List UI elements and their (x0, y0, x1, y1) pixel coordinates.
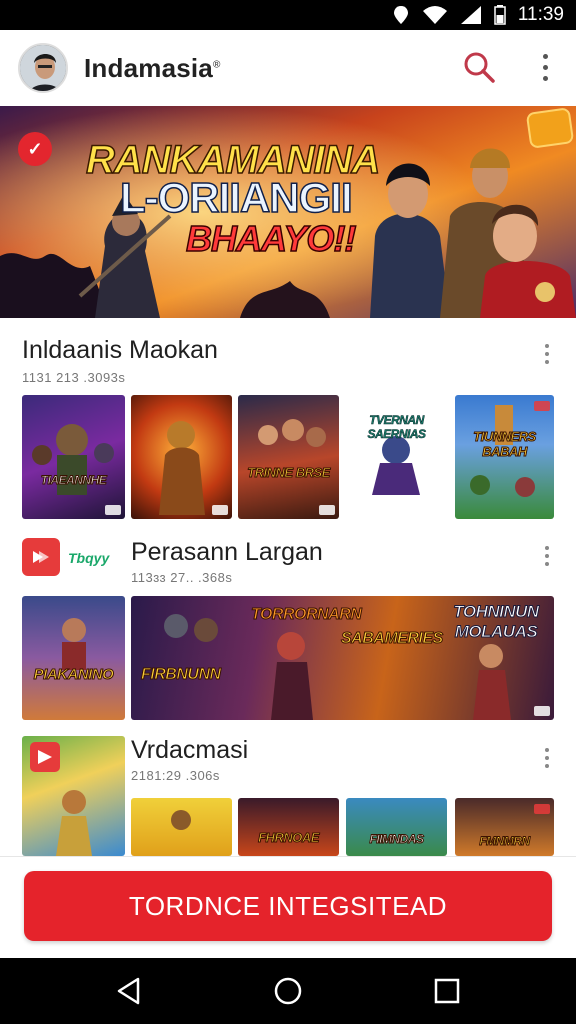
app-root: 11:39 Indamasia® ✓ RANKAMANINA L-ORIIANG… (0, 0, 576, 1024)
tile-badge (534, 804, 550, 814)
dot-icon (545, 352, 549, 356)
section-3: Vrdacmasi 2181:29 .306s FHRNOAE FIIMNDAS… (0, 734, 576, 856)
back-icon (117, 977, 140, 1005)
game-tile-title: FMNMRN (479, 834, 531, 849)
game-tile-art (171, 810, 191, 830)
dot-icon (542, 64, 548, 70)
game-tile[interactable]: PIAKANINO (22, 596, 125, 720)
section-title[interactable]: Vrdacmasi (131, 736, 248, 765)
game-tile-art (258, 419, 326, 447)
section-1: Inldaanis Maokan 1131 213 .3093s TIAEANN… (0, 318, 576, 534)
section-title[interactable]: Perasann Largan (131, 538, 323, 567)
app-title: Indamasia® (84, 53, 221, 84)
game-tile-title: TORRORNARN (250, 606, 362, 624)
section-more-button[interactable] (540, 542, 554, 570)
dot-icon (545, 764, 549, 768)
game-tile-title: FIIMNDAS (369, 832, 425, 847)
banner-headline-2: L-ORIIANGII (119, 173, 353, 222)
battery-icon (494, 5, 506, 25)
game-tile[interactable]: TVERNAN SAERNIAS (346, 395, 447, 519)
clock: 11:39 (517, 4, 564, 25)
app-title-text: Indamasia (84, 52, 213, 83)
dot-icon (545, 562, 549, 566)
overflow-menu-button[interactable] (530, 48, 560, 86)
app-icon-label: Tbqyy (68, 550, 110, 566)
dot-icon (545, 554, 549, 558)
play-icon (33, 551, 49, 563)
game-tile-title: FIRBNUNN (141, 666, 222, 684)
back-button[interactable] (114, 976, 144, 1006)
tile-badge (212, 505, 228, 515)
game-tile[interactable]: TRINNE BRSE (238, 395, 339, 519)
section-2: Tbqyy Perasann Largan 113ɜɜ 27.. .368s P… (0, 534, 576, 734)
dot-icon (542, 75, 548, 81)
tile-badge (534, 401, 550, 411)
game-tile-title: PIAKANINO (33, 666, 114, 684)
dot-icon (545, 756, 549, 760)
dot-icon (545, 344, 549, 348)
game-tile-title: FHRNOAE (258, 830, 320, 846)
section-subtitle: 2181:29 .306s (131, 768, 220, 783)
game-tile-title: TRINNE BRSE (247, 465, 331, 481)
game-tile-art (159, 421, 205, 515)
game-banner-tile[interactable]: FIRBNUNN TORRORNARN SABAMERIES TOHNINUN … (131, 596, 554, 720)
game-tile[interactable]: TIAEANNHE (22, 395, 125, 519)
search-button[interactable] (460, 48, 498, 86)
status-bar: 11:39 (0, 0, 576, 30)
game-tile-title: TIUNNERS BABAH (473, 429, 537, 460)
tile-badge (105, 505, 121, 515)
dot-icon (545, 748, 549, 752)
section-subtitle: 113ɜɜ 27.. .368s (131, 570, 233, 585)
location-icon (393, 6, 408, 24)
game-tile-title: TVERNAN SAERNIAS (367, 413, 426, 442)
recents-button[interactable] (432, 976, 462, 1006)
game-tile[interactable]: FIIMNDAS (346, 798, 447, 856)
game-tile-title: TIAEANNHE (40, 473, 107, 488)
dot-icon (542, 53, 548, 59)
game-tile-art (62, 618, 86, 670)
tile-badge (319, 505, 335, 515)
home-icon (274, 977, 302, 1005)
app-icon[interactable] (22, 538, 60, 576)
hero-banner[interactable]: ✓ RANKAMANINA L-ORIIANGII BHAAYO!! (0, 106, 576, 318)
section-subtitle: 1131 213 .3093s (22, 370, 126, 385)
search-icon (464, 52, 495, 83)
game-tile-art (30, 742, 92, 856)
section-more-button[interactable] (540, 744, 554, 772)
wifi-icon (422, 6, 447, 24)
game-tile[interactable] (131, 395, 232, 519)
tile-badge (534, 706, 550, 716)
game-tile[interactable]: TIUNNERS BABAH (455, 395, 554, 519)
banner-corner-tag (525, 107, 575, 149)
game-tile-title: TOHNINUN MOLAUAS (453, 602, 540, 642)
home-button[interactable] (273, 976, 303, 1006)
banner-logo-badge: ✓ (18, 132, 52, 166)
registered-mark: ® (212, 58, 221, 70)
install-button[interactable]: TORDNCE INTEGSITEAD (24, 871, 552, 941)
banner-headline-3: BHAAYO!! (185, 217, 357, 260)
game-tile[interactable] (131, 798, 232, 856)
system-nav-bar (0, 958, 576, 1024)
game-tile-art (32, 424, 114, 495)
install-bar: TORDNCE INTEGSITEAD (0, 856, 576, 958)
game-tile[interactable] (22, 736, 125, 856)
dot-icon (545, 546, 549, 550)
app-bar: Indamasia® (0, 30, 576, 106)
recents-icon (434, 978, 460, 1004)
signal-icon (460, 6, 481, 24)
section-title[interactable]: Inldaanis Maokan (22, 336, 218, 365)
game-tile-title: SABAMERIES (341, 630, 444, 648)
game-tile[interactable]: FHRNOAE (238, 798, 339, 856)
game-tile[interactable]: FMNMRN (455, 798, 554, 856)
dot-icon (545, 360, 549, 364)
avatar[interactable] (18, 43, 68, 93)
section-more-button[interactable] (540, 340, 554, 368)
